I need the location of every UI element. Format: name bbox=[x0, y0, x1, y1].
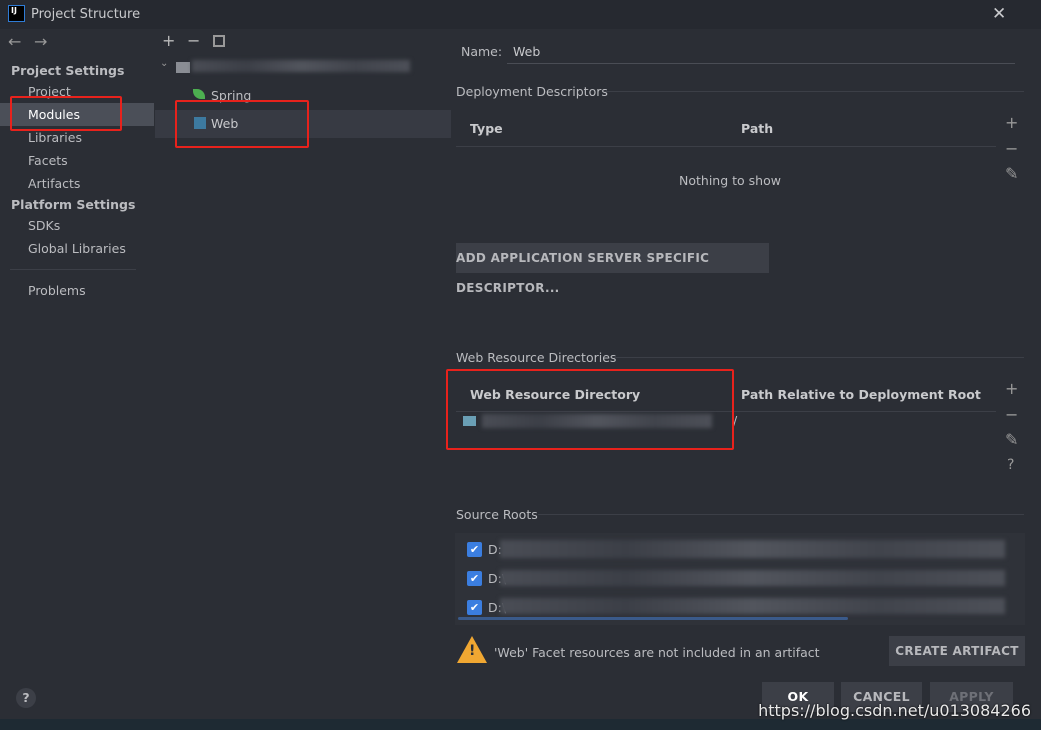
sidebar-item-sdks[interactable]: SDKs bbox=[0, 214, 154, 237]
divider bbox=[10, 269, 136, 270]
redacted-path bbox=[500, 570, 1005, 586]
back-arrow-icon[interactable]: ← bbox=[8, 32, 21, 51]
forward-arrow-icon[interactable]: → bbox=[34, 32, 47, 51]
intellij-logo-icon: IJ bbox=[8, 5, 25, 22]
edit-resource-icon[interactable]: ✎ bbox=[1005, 430, 1018, 449]
sidebar-item-problems[interactable]: Problems bbox=[0, 279, 154, 302]
chevron-down-icon[interactable]: ⌄ bbox=[160, 58, 168, 69]
project-settings-heading: Project Settings bbox=[11, 63, 125, 78]
remove-icon[interactable]: − bbox=[187, 31, 200, 50]
add-resource-icon[interactable]: + bbox=[1005, 379, 1018, 398]
add-descriptor-button[interactable]: ADD APPLICATION SERVER SPECIFIC DESCRIPT… bbox=[456, 243, 769, 295]
remove-descriptor-icon[interactable]: − bbox=[1005, 139, 1018, 158]
web-resource-directories-heading: Web Resource Directories bbox=[456, 350, 617, 365]
sidebar-item-global-libraries[interactable]: Global Libraries bbox=[0, 237, 154, 260]
divider bbox=[614, 357, 1024, 358]
highlight-web bbox=[175, 100, 309, 148]
warning-icon-mark: ! bbox=[469, 643, 476, 659]
source-root-checkbox[interactable]: ✔ bbox=[467, 571, 482, 586]
edit-descriptor-icon[interactable]: ✎ bbox=[1005, 164, 1018, 183]
divider bbox=[538, 514, 1024, 515]
close-icon[interactable]: ✕ bbox=[992, 4, 1006, 24]
add-descriptor-icon[interactable]: + bbox=[1005, 113, 1018, 132]
divider bbox=[456, 146, 996, 147]
column-path-relative[interactable]: Path Relative to Deployment Root bbox=[741, 387, 981, 402]
divider bbox=[604, 91, 1024, 92]
name-input[interactable]: Web bbox=[507, 38, 1015, 64]
redacted-path bbox=[500, 540, 1005, 558]
highlight-modules bbox=[10, 96, 122, 131]
redacted-module-name bbox=[192, 60, 410, 72]
empty-table-text: Nothing to show bbox=[679, 173, 781, 188]
source-roots-heading: Source Roots bbox=[456, 507, 538, 522]
redacted-path bbox=[500, 598, 1005, 614]
horizontal-scrollbar[interactable] bbox=[458, 617, 848, 620]
module-folder-icon bbox=[176, 62, 190, 73]
sidebar-item-facets[interactable]: Facets bbox=[0, 149, 154, 172]
title-bar: IJ Project Structure ✕ bbox=[0, 0, 1041, 29]
background-window bbox=[0, 719, 1041, 730]
deployment-descriptors-heading: Deployment Descriptors bbox=[456, 84, 608, 99]
remove-resource-icon[interactable]: − bbox=[1005, 405, 1018, 424]
highlight-web-resource bbox=[446, 369, 734, 450]
window-title: Project Structure bbox=[31, 7, 141, 22]
column-path[interactable]: Path bbox=[741, 121, 773, 136]
create-artifact-button[interactable]: CREATE ARTIFACT bbox=[889, 636, 1025, 666]
platform-settings-heading: Platform Settings bbox=[11, 197, 136, 212]
name-label: Name: bbox=[461, 44, 503, 59]
source-root-checkbox[interactable]: ✔ bbox=[467, 542, 482, 557]
help-icon[interactable]: ? bbox=[1007, 457, 1014, 473]
warning-text: 'Web' Facet resources are not included i… bbox=[494, 645, 820, 660]
copy-icon[interactable] bbox=[213, 35, 225, 47]
help-button[interactable]: ? bbox=[16, 688, 36, 708]
add-icon[interactable]: + bbox=[162, 31, 175, 50]
sidebar-item-artifacts[interactable]: Artifacts bbox=[0, 172, 154, 195]
column-type[interactable]: Type bbox=[470, 121, 503, 136]
watermark: https://blog.csdn.net/u013084266 bbox=[758, 701, 1031, 720]
source-root-checkbox[interactable]: ✔ bbox=[467, 600, 482, 615]
